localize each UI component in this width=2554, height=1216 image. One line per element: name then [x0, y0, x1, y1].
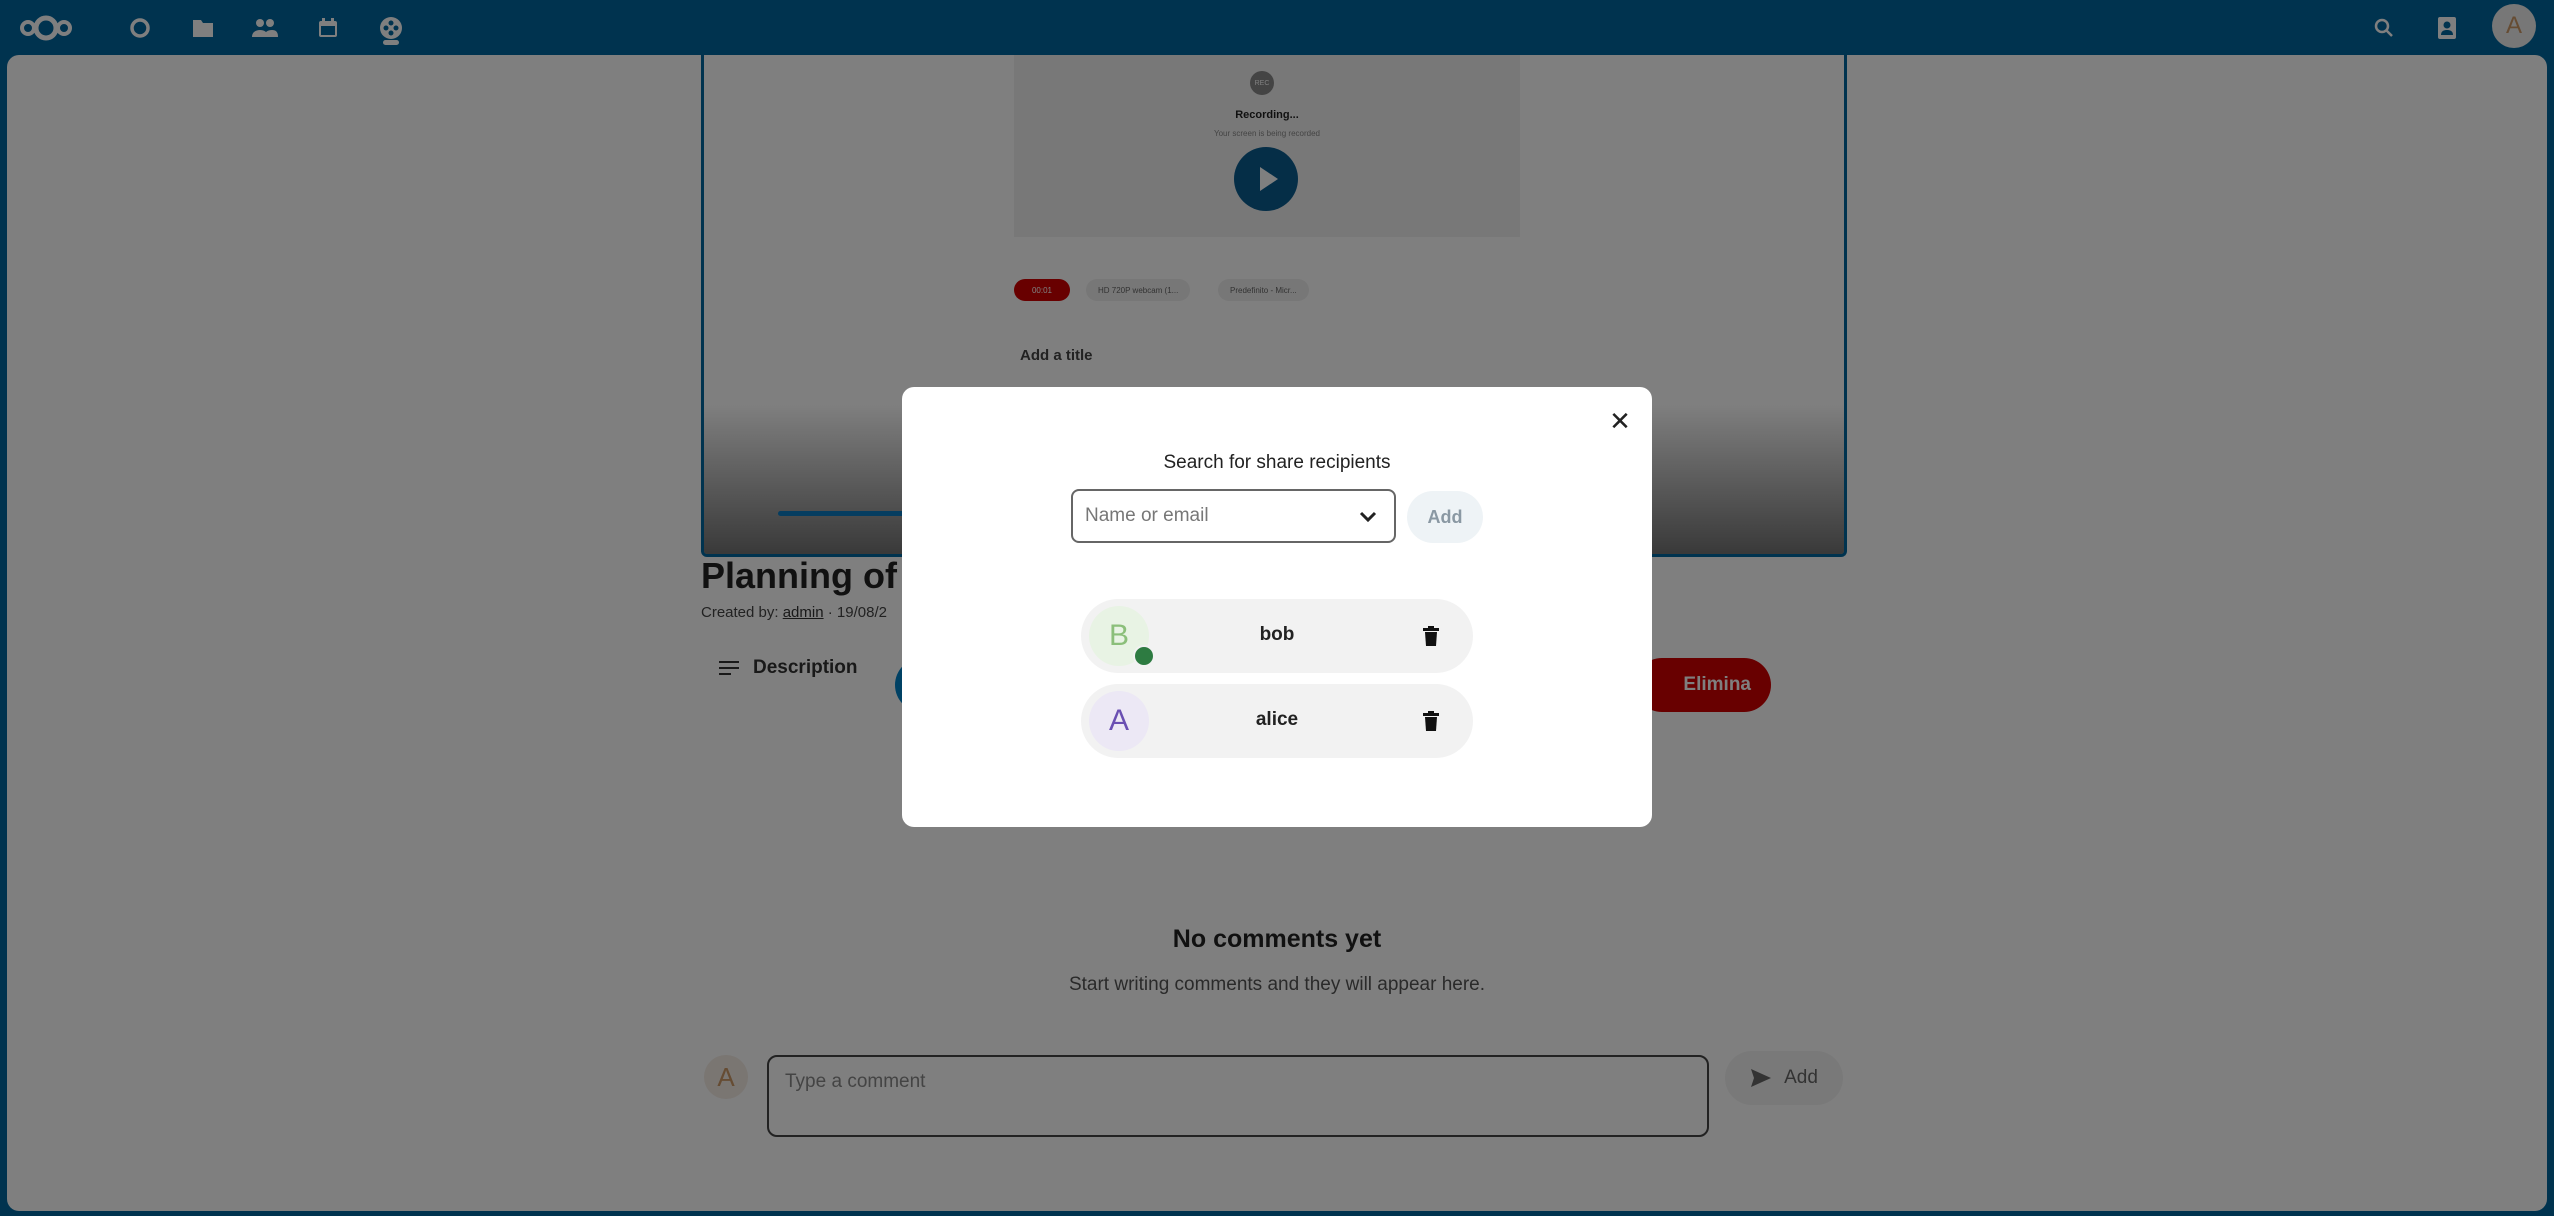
chevron-down-icon[interactable] — [1356, 505, 1380, 529]
recipient-item: A alice — [1081, 684, 1473, 758]
share-dialog: ✕ Search for share recipients Add B bob … — [902, 387, 1652, 827]
add-recipient-button[interactable]: Add — [1407, 491, 1483, 543]
share-dialog-heading: Search for share recipients — [1163, 452, 1391, 473]
trash-icon[interactable] — [1417, 622, 1445, 650]
recipient-name: alice — [1255, 709, 1299, 730]
close-icon[interactable]: ✕ — [1602, 403, 1638, 439]
recipient-search-input[interactable] — [1071, 489, 1396, 543]
recipient-item: B bob — [1081, 599, 1473, 673]
recipient-name: bob — [1259, 624, 1295, 645]
online-status-icon — [1133, 645, 1155, 667]
trash-icon[interactable] — [1417, 707, 1445, 735]
